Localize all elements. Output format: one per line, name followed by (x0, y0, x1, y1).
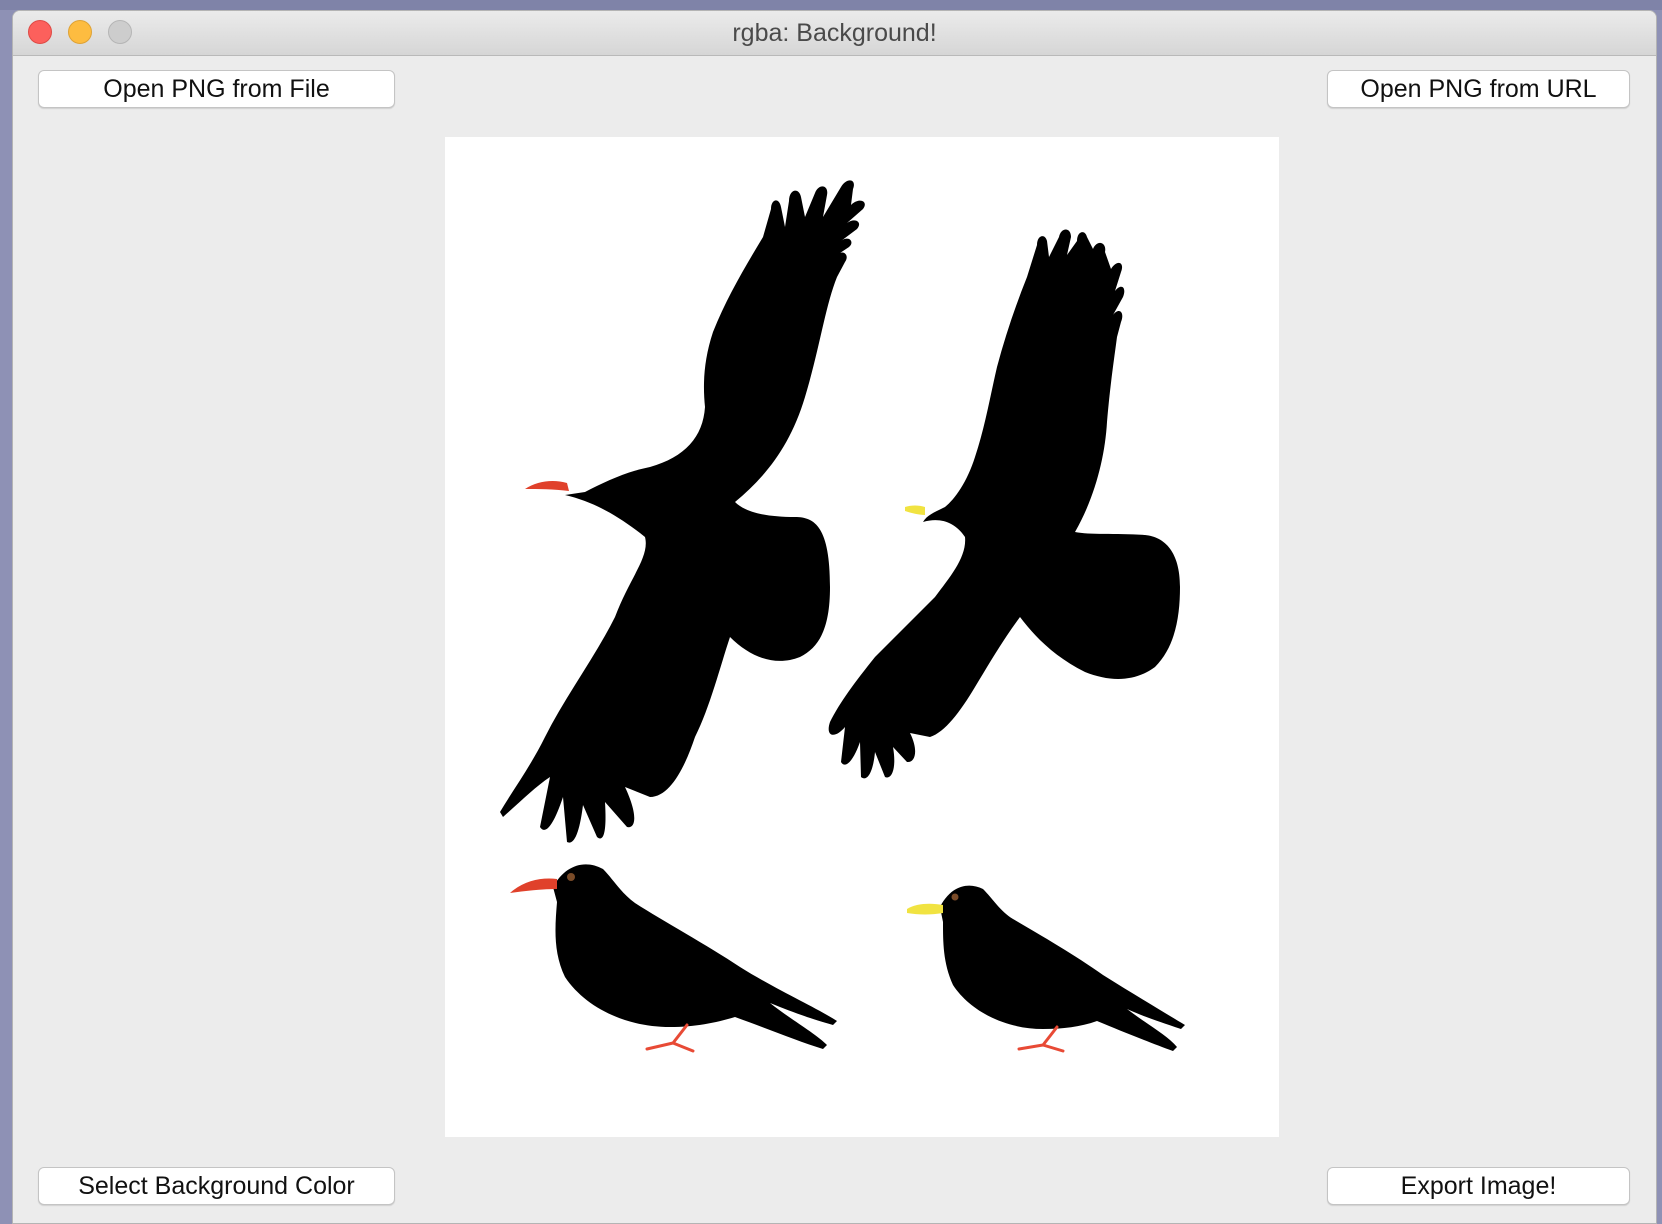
chough-red-billed-flying-icon (500, 180, 865, 843)
open-png-from-file-button[interactable]: Open PNG from File (38, 70, 395, 108)
image-preview (445, 137, 1279, 1137)
export-image-button[interactable]: Export Image! (1327, 1167, 1630, 1205)
window-title: rgba: Background! (732, 19, 937, 47)
chough-red-billed-perched-icon (510, 864, 837, 1053)
app-window: rgba: Background! Open PNG from File Ope… (12, 10, 1657, 1224)
chough-yellow-billed-perched-icon (907, 885, 1185, 1053)
chough-yellow-billed-flying-icon (828, 229, 1180, 779)
select-background-color-button[interactable]: Select Background Color (38, 1167, 395, 1205)
title-bar[interactable]: rgba: Background! (13, 11, 1656, 56)
image-preview-svg (500, 180, 1185, 1053)
open-png-from-url-button[interactable]: Open PNG from URL (1327, 70, 1630, 108)
desktop-background (0, 0, 1662, 10)
